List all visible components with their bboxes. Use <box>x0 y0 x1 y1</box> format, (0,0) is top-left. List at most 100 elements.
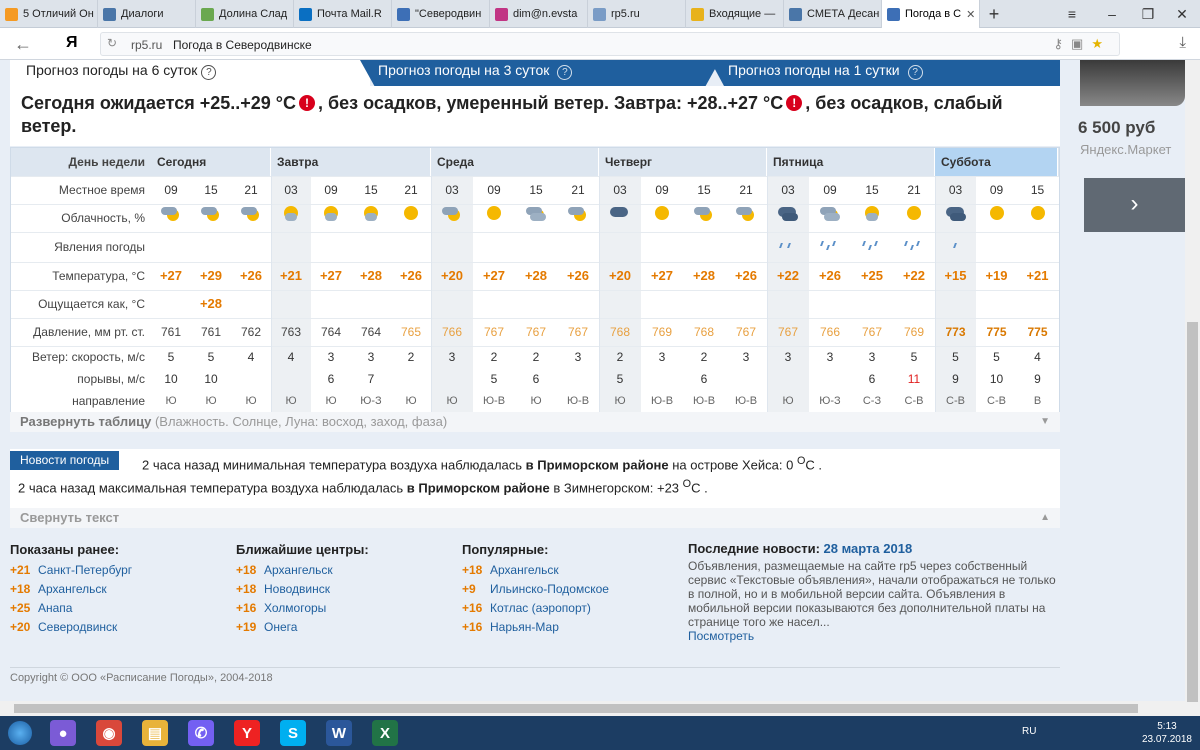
cloudiness-cell <box>231 204 271 232</box>
expand-table-toggle[interactable]: Развернуть таблицу (Влажность. Солнце, Л… <box>10 412 1060 432</box>
city-link-row[interactable]: +16 Нарьян-Мар <box>462 620 609 639</box>
ad-product-image[interactable] <box>1080 60 1185 106</box>
warning-icon[interactable]: ! <box>298 95 315 111</box>
city-link[interactable]: Анапа <box>38 601 72 615</box>
close-window-icon[interactable]: ✕ <box>1162 0 1200 28</box>
taskbar-app-excel[interactable]: X <box>362 716 408 750</box>
browser-tab[interactable]: СМЕТА Десан <box>784 0 882 28</box>
city-link[interactable]: Нарьян-Мар <box>490 620 559 634</box>
download-icon[interactable]: ⤓ <box>1179 34 1186 51</box>
city-link-row[interactable]: +18 Архангельск <box>462 563 609 582</box>
tab-forecast-6-days[interactable]: Прогноз погоды на 6 суток? <box>10 60 370 86</box>
city-link-row[interactable]: +18 Новодвинск <box>236 582 369 601</box>
city-link[interactable]: Архангельск <box>264 563 333 577</box>
browser-tab[interactable]: Диалоги <box>98 0 196 28</box>
warning-icon[interactable]: ! <box>786 95 803 111</box>
cloud-shape <box>241 207 257 215</box>
refresh-icon[interactable]: ↻ <box>107 36 117 50</box>
browser-tab[interactable]: Погода в С ✕ <box>882 0 980 28</box>
city-link-row[interactable]: +18 Архангельск <box>10 582 132 601</box>
city-link-row[interactable]: +25 Анапа <box>10 601 132 620</box>
browser-tab[interactable]: rp5.ru <box>588 0 686 28</box>
taskbar-app-yandex[interactable]: Y <box>224 716 270 750</box>
start-button[interactable] <box>0 716 40 750</box>
help-icon[interactable]: ? <box>201 65 217 80</box>
wind-gust-cell: 7 <box>367 372 375 386</box>
wind-speed-cell: 2 <box>490 350 498 364</box>
expand-arrow-icon[interactable]: ▼ <box>1040 412 1050 432</box>
day-header[interactable]: Завтра <box>271 148 431 176</box>
pressure-cell: 775 <box>986 325 1007 339</box>
city-link[interactable]: Архангельск <box>38 582 107 596</box>
url-field[interactable]: ↻ rp5.ru Погода в Северодвинске ⚷▣★ <box>100 32 1120 56</box>
browser-tab[interactable]: Входящие — <box>686 0 784 28</box>
clock[interactable]: 5:13 23.07.2018 <box>1142 720 1192 746</box>
time-cell: 09 <box>487 183 501 197</box>
ad-price[interactable]: 6 500 руб <box>1078 118 1155 138</box>
help-icon[interactable]: ? <box>557 65 573 80</box>
city-link-row[interactable]: +20 Северодвинск <box>10 620 132 639</box>
bookmark-star-icon[interactable]: ★ <box>1091 36 1111 51</box>
back-arrow-icon[interactable]: ← <box>14 34 32 55</box>
pressure-cell: 761 <box>200 325 222 339</box>
browser-tab[interactable]: dim@n.evsta <box>490 0 588 28</box>
ad-next-button[interactable]: › <box>1084 178 1185 232</box>
city-link[interactable]: Ильинско-Подомское <box>490 582 609 596</box>
day-header[interactable]: Пятница <box>767 148 935 176</box>
scroll-thumb[interactable] <box>1187 322 1198 702</box>
day-header[interactable]: Четверг <box>599 148 767 176</box>
help-icon[interactable]: ? <box>907 65 923 80</box>
horizontal-scrollbar[interactable] <box>0 701 1185 716</box>
city-link[interactable]: Архангельск <box>490 563 559 577</box>
language-indicator[interactable]: RU <box>1022 726 1036 737</box>
browser-tab[interactable]: 5 Отличий Он <box>0 0 98 28</box>
close-tab-icon[interactable]: ✕ <box>966 8 975 21</box>
city-link[interactable]: Северодвинск <box>38 620 117 634</box>
taskbar-app-explorer[interactable]: ▤ <box>132 716 178 750</box>
menu-icon[interactable]: ≡ <box>1052 0 1092 28</box>
key-icon[interactable]: ⚷ <box>1054 36 1072 51</box>
city-link-row[interactable]: +19 Онега <box>236 620 369 639</box>
wind-gust-cell: 9 <box>952 372 959 386</box>
tab-label: Прогноз погоды на 1 сутки <box>728 62 900 78</box>
browser-tab[interactable]: "Северодвин <box>392 0 490 28</box>
tab-forecast-1-day[interactable]: Прогноз погоды на 1 сутки? <box>710 60 1060 86</box>
city-link[interactable]: Онега <box>264 620 297 634</box>
taskbar-app-skype[interactable]: S <box>270 716 316 750</box>
day-header[interactable]: Суббота <box>935 148 1058 176</box>
view-news-link[interactable]: Посмотреть <box>688 629 754 643</box>
day-header[interactable]: Среда <box>431 148 599 176</box>
day-header[interactable]: Сегодня <box>151 148 271 176</box>
collapse-arrow-icon[interactable]: ▲ <box>1040 508 1050 528</box>
browser-tab[interactable]: Почта Mail.R <box>294 0 392 28</box>
taskbar-app-viber[interactable]: ✆ <box>178 716 224 750</box>
city-link[interactable]: Новодвинск <box>264 582 330 596</box>
city-link[interactable]: Холмогоры <box>264 601 326 615</box>
tab-forecast-3-days[interactable]: Прогноз погоды на 3 суток? <box>360 60 720 86</box>
taskbar-app-chrome[interactable]: ◉ <box>86 716 132 750</box>
minimize-icon[interactable]: – <box>1092 0 1132 28</box>
vertical-scrollbar[interactable] <box>1185 60 1200 716</box>
tab-label: rp5.ru <box>611 8 640 20</box>
taskbar-app-microphone[interactable]: ● <box>40 716 86 750</box>
scroll-thumb[interactable] <box>14 704 1138 713</box>
ad-source[interactable]: Яндекс.Маркет <box>1080 142 1171 157</box>
city-link[interactable]: Санкт-Петербург <box>38 563 132 577</box>
browser-tab[interactable]: Долина Слад <box>196 0 294 28</box>
temperature-cell: +27 <box>482 268 506 283</box>
city-link[interactable]: Котлас (аэропорт) <box>490 601 591 615</box>
new-tab-button[interactable]: + <box>980 0 1008 27</box>
city-link-row[interactable]: +16 Холмогоры <box>236 601 369 620</box>
collapse-text-toggle[interactable]: Свернуть текст ▲ <box>10 508 1060 528</box>
last-news-date[interactable]: 28 марта 2018 <box>824 541 913 556</box>
city-link-row[interactable]: +21 Санкт-Петербург <box>10 563 132 582</box>
yandex-logo[interactable]: Я <box>66 34 78 52</box>
wind-gust-cell: 10 <box>204 372 218 386</box>
city-link-row[interactable]: +9 Ильинско-Подомское <box>462 582 609 601</box>
tab-label: СМЕТА Десан <box>807 8 880 20</box>
taskbar-apps: ● ◉ ▤ ✆ Y S W X <box>40 716 408 750</box>
taskbar-app-word[interactable]: W <box>316 716 362 750</box>
shield-icon[interactable]: ▣ <box>1071 36 1091 51</box>
city-link-row[interactable]: +18 Архангельск <box>236 563 369 582</box>
city-link-row[interactable]: +16 Котлас (аэропорт) <box>462 601 609 620</box>
